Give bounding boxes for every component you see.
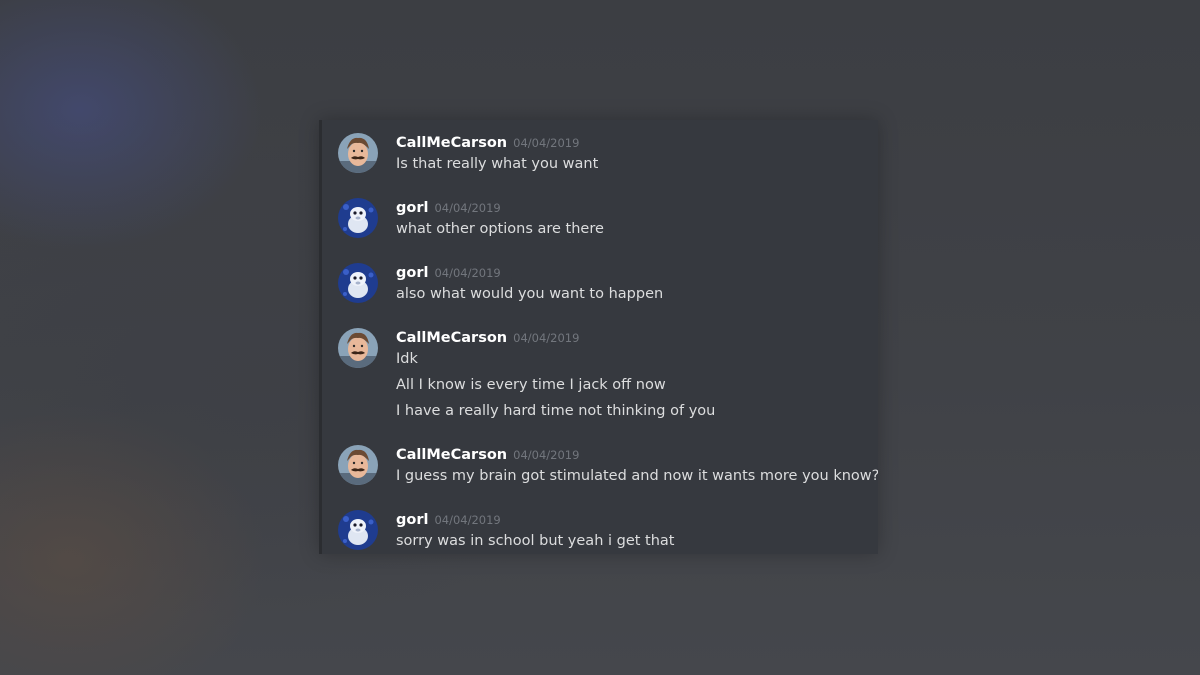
message-header: CallMeCarson 04/04/2019 <box>396 132 579 151</box>
message-header: gorl 04/04/2019 <box>396 262 501 281</box>
message-text: I have a really hard time not thinking o… <box>396 403 716 419</box>
timestamp: 04/04/2019 <box>513 136 580 150</box>
message-group: CallMeCarson 04/04/2019 Idk All I know is… <box>322 315 878 433</box>
chat-message-list[interactable]: CallMeCarson 04/04/2019 Is that really wh… <box>319 120 878 554</box>
message-text: sorry was in school but yeah i get that <box>396 533 675 549</box>
message-text: Is that really what you want <box>396 156 599 172</box>
message-text: also what would you want to happen <box>396 286 664 302</box>
message-text: what other options are there <box>396 221 604 237</box>
message-header: gorl 04/04/2019 <box>396 509 501 528</box>
timestamp: 04/04/2019 <box>434 513 501 527</box>
message-group: gorl 04/04/2019 sorry was in school but y… <box>322 497 878 554</box>
message-group: gorl 04/04/2019 also what would you want … <box>322 250 878 315</box>
message-group: gorl 04/04/2019 what other options are th… <box>322 185 878 250</box>
message-group: CallMeCarson 04/04/2019 I guess my brain … <box>322 432 878 497</box>
timestamp: 04/04/2019 <box>513 331 580 345</box>
blue-cartoon-avatar-icon[interactable] <box>338 198 378 238</box>
message-header: CallMeCarson 04/04/2019 <box>396 444 579 463</box>
person-mustache-avatar-icon[interactable] <box>338 445 378 485</box>
timestamp: 04/04/2019 <box>434 201 501 215</box>
blue-cartoon-avatar-icon[interactable] <box>338 263 378 303</box>
username[interactable]: CallMeCarson <box>396 447 507 463</box>
message-text: I guess my brain got stimulated and now … <box>396 468 878 484</box>
username[interactable]: CallMeCarson <box>396 135 507 151</box>
timestamp: 04/04/2019 <box>513 448 580 462</box>
timestamp: 04/04/2019 <box>434 266 501 280</box>
message-group: CallMeCarson 04/04/2019 Is that really wh… <box>322 120 878 185</box>
username[interactable]: gorl <box>396 200 428 216</box>
username[interactable]: gorl <box>396 265 428 281</box>
message-header: gorl 04/04/2019 <box>396 197 501 216</box>
message-text: All I know is every time I jack off now <box>396 377 666 393</box>
person-mustache-avatar-icon[interactable] <box>338 328 378 368</box>
username[interactable]: gorl <box>396 512 428 528</box>
blue-cartoon-avatar-icon[interactable] <box>338 510 378 550</box>
message-text: Idk <box>396 351 418 367</box>
person-mustache-avatar-icon[interactable] <box>338 133 378 173</box>
message-header: CallMeCarson 04/04/2019 <box>396 327 579 346</box>
username[interactable]: CallMeCarson <box>396 330 507 346</box>
